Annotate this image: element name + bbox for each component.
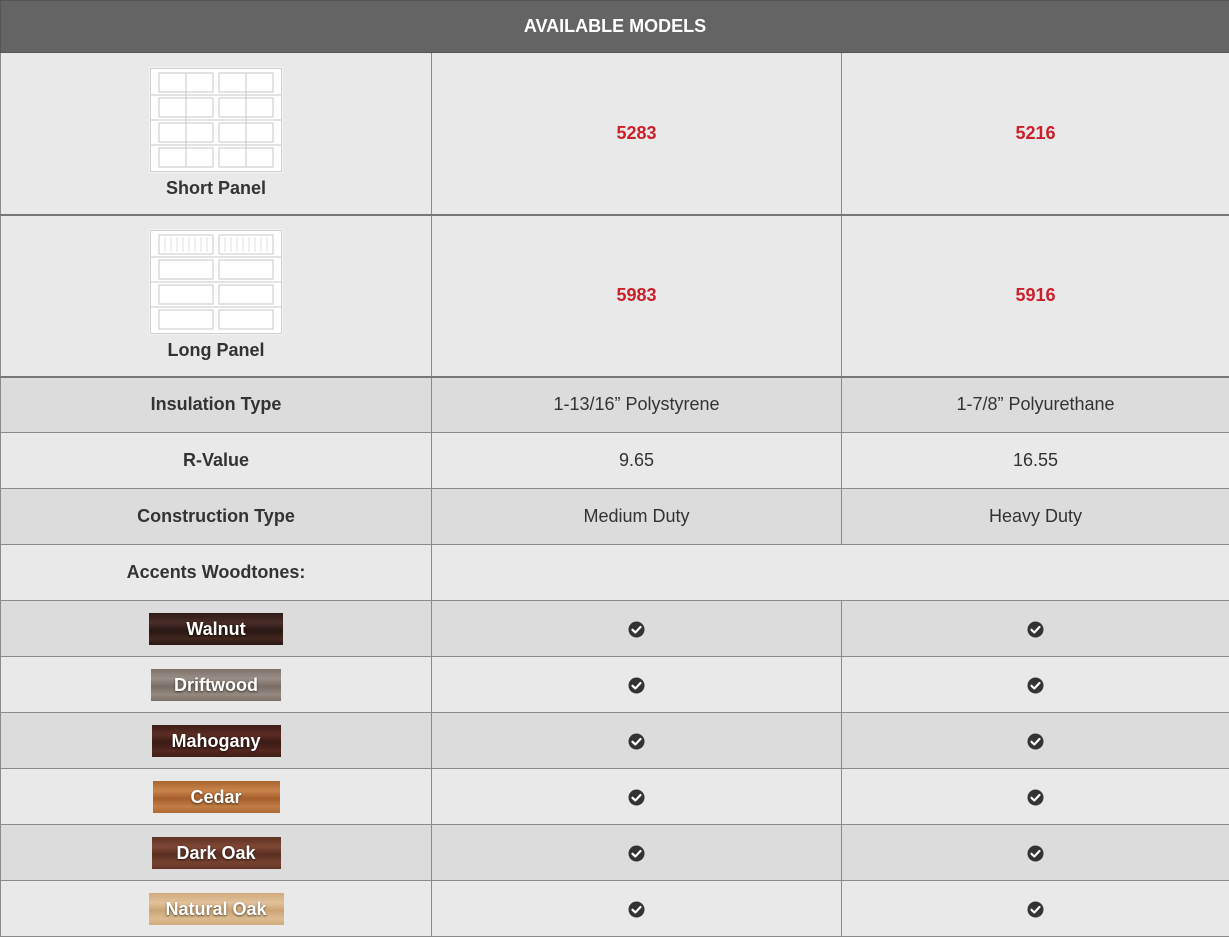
check-circle-icon xyxy=(628,621,645,638)
availability-cell xyxy=(842,713,1229,769)
check-circle-icon xyxy=(628,677,645,694)
check-circle-icon xyxy=(628,733,645,750)
accents-empty-cell xyxy=(432,545,1229,601)
spec-value: 1-7/8” Polyurethane xyxy=(842,377,1229,433)
model-number-link[interactable]: 5216 xyxy=(1015,123,1055,143)
spec-label: R-Value xyxy=(1,433,432,489)
availability-cell xyxy=(842,657,1229,713)
long-panel-row: Long Panel 5983 5916 xyxy=(1,215,1229,377)
woodtone-row-walnut: Walnut xyxy=(1,601,1229,657)
insulation-type-row: Insulation Type 1-13/16” Polystyrene 1-7… xyxy=(1,377,1229,433)
woodtone-cell: Natural Oak xyxy=(1,881,432,937)
check-circle-icon xyxy=(628,901,645,918)
availability-cell xyxy=(432,825,842,881)
model-number-link[interactable]: 5916 xyxy=(1015,285,1055,305)
availability-cell xyxy=(432,881,842,937)
woodtone-row-dark-oak: Dark Oak xyxy=(1,825,1229,881)
model-number-link[interactable]: 5983 xyxy=(616,285,656,305)
spec-label: Construction Type xyxy=(1,489,432,545)
check-circle-icon xyxy=(1027,621,1044,638)
availability-cell xyxy=(432,657,842,713)
model-cell: 5916 xyxy=(842,215,1229,377)
long-panel-cell: Long Panel xyxy=(1,215,432,377)
availability-cell xyxy=(842,769,1229,825)
availability-cell xyxy=(842,881,1229,937)
short-panel-door-image xyxy=(150,68,282,172)
check-circle-icon xyxy=(1027,789,1044,806)
check-circle-icon xyxy=(1027,677,1044,694)
woodtone-cell: Mahogany xyxy=(1,713,432,769)
woodtone-cell: Driftwood xyxy=(1,657,432,713)
woodtone-row-natural-oak: Natural Oak xyxy=(1,881,1229,937)
woodtone-cell: Dark Oak xyxy=(1,825,432,881)
long-panel-door-image xyxy=(150,230,282,334)
woodtone-swatch: Natural Oak xyxy=(149,893,284,925)
spec-value: Medium Duty xyxy=(432,489,842,545)
woodtone-row-driftwood: Driftwood xyxy=(1,657,1229,713)
availability-cell xyxy=(842,825,1229,881)
model-cell: 5283 xyxy=(432,53,842,215)
woodtone-cell: Walnut xyxy=(1,601,432,657)
spec-value: 16.55 xyxy=(842,433,1229,489)
r-value-row: R-Value 9.65 16.55 xyxy=(1,433,1229,489)
panel-label: Long Panel xyxy=(167,340,264,361)
woodtone-row-cedar: Cedar xyxy=(1,769,1229,825)
check-circle-icon xyxy=(628,845,645,862)
check-circle-icon xyxy=(628,789,645,806)
accents-woodtones-row: Accents Woodtones: xyxy=(1,545,1229,601)
short-panel-row: Short Panel 5283 5216 xyxy=(1,53,1229,215)
woodtone-swatch: Cedar xyxy=(153,781,280,813)
accents-woodtones-label: Accents Woodtones: xyxy=(1,545,432,601)
spec-value: 9.65 xyxy=(432,433,842,489)
woodtone-swatch: Walnut xyxy=(149,613,283,645)
short-panel-cell: Short Panel xyxy=(1,53,432,215)
check-circle-icon xyxy=(1027,845,1044,862)
woodtone-row-mahogany: Mahogany xyxy=(1,713,1229,769)
construction-type-row: Construction Type Medium Duty Heavy Duty xyxy=(1,489,1229,545)
availability-cell xyxy=(432,713,842,769)
available-models-table: AVAILABLE MODELS xyxy=(0,0,1229,937)
availability-cell xyxy=(432,601,842,657)
model-cell: 5983 xyxy=(432,215,842,377)
check-circle-icon xyxy=(1027,733,1044,750)
spec-value: 1-13/16” Polystyrene xyxy=(432,377,842,433)
woodtone-swatch: Dark Oak xyxy=(152,837,281,869)
model-cell: 5216 xyxy=(842,53,1229,215)
woodtone-cell: Cedar xyxy=(1,769,432,825)
spec-label: Insulation Type xyxy=(1,377,432,433)
spec-value: Heavy Duty xyxy=(842,489,1229,545)
woodtone-swatch: Mahogany xyxy=(152,725,281,757)
availability-cell xyxy=(842,601,1229,657)
table-header: AVAILABLE MODELS xyxy=(1,1,1229,53)
woodtone-swatch: Driftwood xyxy=(151,669,281,701)
availability-cell xyxy=(432,769,842,825)
model-number-link[interactable]: 5283 xyxy=(616,123,656,143)
panel-label: Short Panel xyxy=(166,178,266,199)
check-circle-icon xyxy=(1027,901,1044,918)
